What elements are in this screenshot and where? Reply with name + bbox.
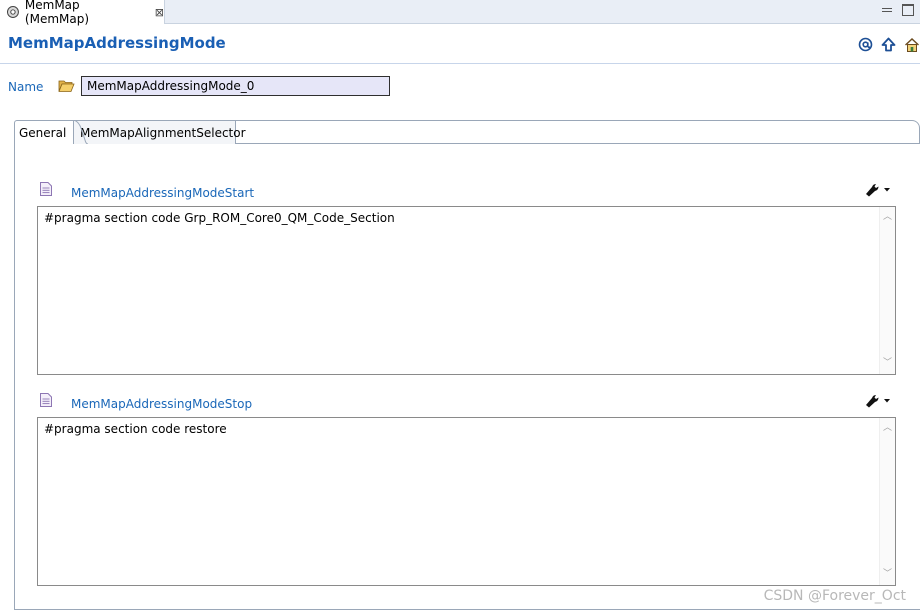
- page-title: MemMapAddressingMode: [8, 34, 226, 52]
- editor-tab-memmap[interactable]: MemMap (MemMap) ⊠: [0, 0, 165, 26]
- text-document-icon: [40, 393, 52, 407]
- header-divider: [0, 63, 920, 64]
- home-icon[interactable]: [903, 36, 920, 53]
- header-toolbar: [857, 36, 920, 53]
- text-document-icon: [40, 182, 52, 196]
- section-label-start[interactable]: MemMapAddressingModeStart: [71, 186, 254, 200]
- scroll-down-icon[interactable]: ﹀: [883, 359, 892, 368]
- scroll-up-icon[interactable]: ︿: [883, 213, 892, 222]
- name-label: Name: [8, 80, 44, 94]
- stop-text-area[interactable]: #pragma section code restore ︿ ﹀: [37, 417, 896, 586]
- at-icon[interactable]: [857, 36, 874, 53]
- up-arrow-icon[interactable]: [880, 36, 897, 53]
- memmap-editor-icon: [6, 6, 19, 18]
- stop-scrollbar[interactable]: ︿ ﹀: [879, 418, 895, 585]
- stop-text-content: #pragma section code restore: [44, 422, 227, 436]
- configure-tool-icon[interactable]: [864, 182, 894, 198]
- section-label-stop[interactable]: MemMapAddressingModeStop: [71, 397, 252, 411]
- tab-general-label: General: [19, 125, 67, 140]
- tab-header-line: [232, 120, 920, 144]
- name-field[interactable]: [81, 76, 390, 96]
- tab-divider: [72, 120, 88, 144]
- tab-memmap-alignment-selector[interactable]: MemMapAlignmentSelector: [74, 120, 246, 144]
- start-text-area[interactable]: #pragma section code Grp_ROM_Core0_QM_Co…: [37, 206, 896, 375]
- watermark: CSDN @Forever_Oct: [763, 588, 906, 604]
- start-text-content: #pragma section code Grp_ROM_Core0_QM_Co…: [44, 211, 395, 225]
- tab-general[interactable]: General: [14, 120, 74, 144]
- open-folder-icon[interactable]: [58, 79, 75, 93]
- scroll-down-icon[interactable]: ﹀: [883, 570, 892, 579]
- window-controls: [880, 2, 914, 16]
- editor-tab-label: MemMap (MemMap): [24, 0, 90, 26]
- maximize-icon[interactable]: [900, 2, 914, 16]
- minimize-icon[interactable]: [880, 2, 894, 16]
- start-scrollbar[interactable]: ︿ ﹀: [879, 207, 895, 374]
- scroll-up-icon[interactable]: ︿: [883, 424, 892, 433]
- tab-alignment-label: MemMapAlignmentSelector: [80, 125, 246, 140]
- configure-tool-icon[interactable]: [864, 393, 894, 409]
- close-icon[interactable]: ⊠: [155, 6, 164, 19]
- editor-tab-strip: MemMap (MemMap) ⊠: [0, 0, 920, 26]
